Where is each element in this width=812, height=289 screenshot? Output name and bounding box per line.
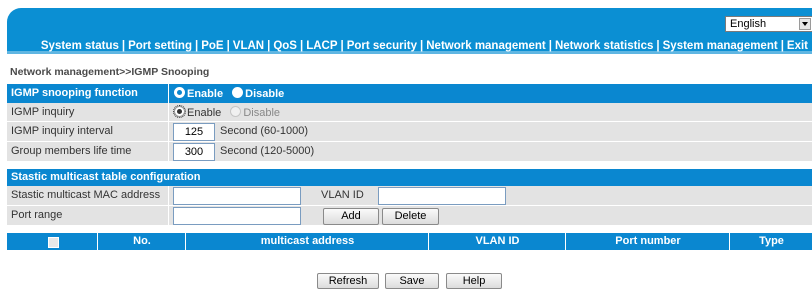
static-mac-label: Stastic multicast MAC address (11, 189, 161, 201)
igmp-lifetime-input[interactable]: 300 (173, 143, 215, 161)
igmp-inquiry-enable-radio[interactable] (173, 105, 186, 118)
column-divider (168, 206, 169, 225)
igmp-lifetime-unit: Second (120-5000) (220, 145, 315, 157)
igmp-function-label: IGMP snooping function (11, 87, 138, 99)
nav-separator: | (194, 40, 199, 52)
igmp-function-enable-radio[interactable] (174, 87, 185, 98)
igmp-interval-input[interactable]: 125 (173, 123, 215, 141)
add-button[interactable]: Add (323, 208, 379, 225)
nav-separator: | (121, 40, 126, 52)
nav-separator: | (548, 40, 552, 52)
igmp-settings-panel: IGMP snooping function Enable Disable IG… (7, 84, 812, 162)
igmp-interval-label: IGMP inquiry interval (11, 125, 113, 137)
static-multicast-title: Stastic multicast table configuration (11, 171, 201, 183)
igmp-inquiry-label: IGMP inquiry (11, 106, 75, 118)
nav-system-status[interactable]: System status (41, 40, 119, 52)
igmp-lifetime-label: Group members life time (11, 145, 132, 157)
nav-separator: | (299, 40, 304, 52)
igmp-function-options: Enable Disable (174, 87, 290, 100)
igmp-inquiry-disable-label[interactable]: Disable (243, 107, 280, 119)
static-port-range-input[interactable] (173, 207, 301, 225)
igmp-function-disable-label[interactable]: Disable (245, 88, 284, 100)
nav-lacp[interactable]: LACP (306, 40, 337, 52)
top-header-bar: English System status | Port setting | PoE | V… (7, 8, 812, 54)
nav-system-management[interactable]: System management (663, 40, 778, 52)
main-nav: System status | Port setting | PoE | VLAN | QoS |… (41, 40, 808, 52)
igmp-function-enable-label[interactable]: Enable (187, 88, 223, 100)
nav-separator: | (226, 40, 230, 52)
nav-qos[interactable]: QoS (273, 40, 297, 52)
column-divider (168, 122, 169, 141)
multicast-table-header: No. multicast address VLAN ID Port numbe… (7, 233, 812, 250)
column-divider (168, 186, 169, 205)
nav-exit[interactable]: Exit (787, 40, 808, 52)
column-header-multicast-address[interactable]: multicast address (185, 233, 429, 250)
save-button[interactable]: Save (385, 273, 439, 289)
static-mac-row: Stastic multicast MAC address VLAN ID (7, 186, 812, 206)
static-port-range-label: Port range (11, 209, 63, 221)
nav-separator: | (656, 40, 660, 52)
static-multicast-panel: Stastic multicast table configuration St… (7, 169, 812, 226)
static-vlan-label: VLAN ID (321, 189, 364, 201)
nav-port-security[interactable]: Port security (347, 40, 417, 52)
column-header-type[interactable]: Type (729, 233, 812, 250)
nav-separator: | (420, 40, 424, 52)
refresh-button[interactable]: Refresh (317, 273, 379, 289)
language-select-value: English (730, 18, 767, 30)
igmp-function-row: IGMP snooping function Enable Disable (7, 84, 812, 103)
nav-separator: | (267, 40, 271, 52)
static-port-range-row: Port range Add Delete (7, 206, 812, 226)
igmp-inquiry-disable-radio[interactable] (230, 106, 242, 117)
static-vlan-input[interactable] (378, 187, 506, 205)
select-all-checkbox[interactable] (48, 237, 59, 248)
column-divider (168, 103, 169, 121)
igmp-interval-row: IGMP inquiry interval 125 Second (60-100… (7, 122, 812, 142)
column-divider (168, 142, 169, 161)
nav-poe[interactable]: PoE (201, 40, 223, 52)
chevron-down-icon[interactable] (799, 18, 811, 30)
select-all-cell (7, 233, 97, 250)
nav-vlan[interactable]: VLAN (233, 40, 264, 52)
column-divider (168, 84, 169, 103)
column-header-vlan-id[interactable]: VLAN ID (428, 233, 566, 250)
nav-network-management[interactable]: Network management (426, 40, 546, 52)
igmp-function-disable-radio[interactable] (232, 87, 244, 98)
column-header-port-number[interactable]: Port number (565, 233, 730, 250)
igmp-inquiry-options: Enable Disable (173, 105, 286, 119)
nav-port-setting[interactable]: Port setting (128, 40, 192, 52)
help-button[interactable]: Help (446, 273, 502, 289)
igmp-lifetime-row: Group members life time 300 Second (120-… (7, 142, 812, 162)
igmp-inquiry-enable-label[interactable]: Enable (187, 107, 221, 119)
igmp-inquiry-row: IGMP inquiry Enable Disable (7, 103, 812, 122)
column-header-no[interactable]: No. (97, 233, 186, 250)
nav-separator: | (340, 40, 344, 52)
nav-separator: | (780, 40, 784, 52)
static-multicast-title-row: Stastic multicast table configuration (7, 169, 812, 186)
igmp-interval-unit: Second (60-1000) (220, 125, 309, 137)
nav-network-statistics[interactable]: Network statistics (555, 40, 653, 52)
static-mac-input[interactable] (173, 187, 301, 205)
breadcrumb: Network management>>IGMP Snooping (10, 66, 210, 78)
language-select[interactable]: English (725, 16, 812, 32)
delete-button[interactable]: Delete (382, 208, 439, 225)
